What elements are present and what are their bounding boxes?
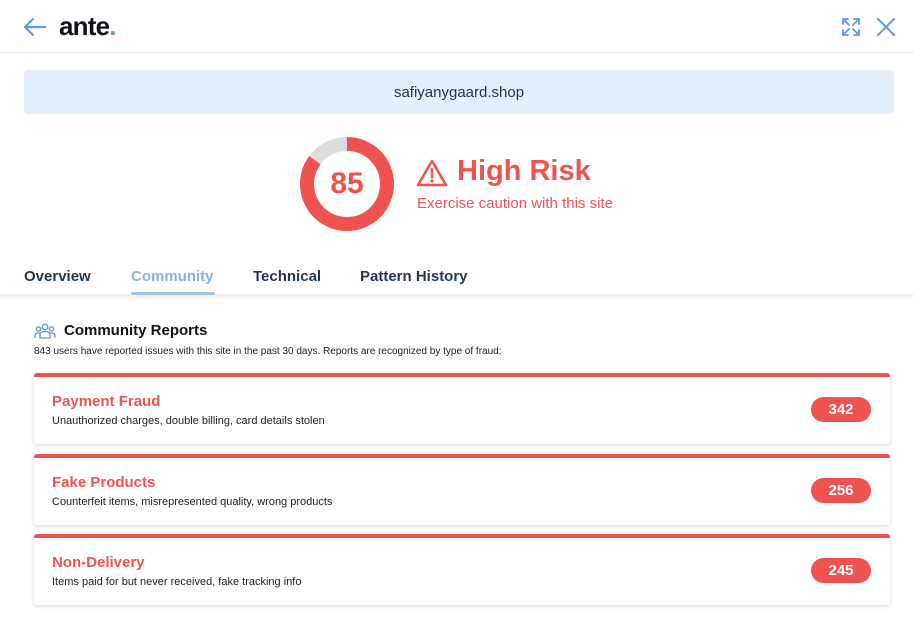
report-card-non-delivery[interactable]: Non-Delivery Items paid for but never re… (34, 534, 890, 605)
report-description: Counterfeit items, misrepresented qualit… (52, 496, 333, 508)
logo-dot: . (109, 11, 116, 41)
users-icon (34, 323, 56, 339)
report-count-badge: 342 (811, 397, 871, 422)
tab-pattern-history[interactable]: Pattern History (360, 268, 468, 285)
report-count-badge: 245 (811, 558, 871, 583)
risk-message: Exercise caution with this site (417, 195, 613, 212)
risk-level-title: High Risk (457, 155, 591, 187)
close-button[interactable] (875, 16, 897, 38)
arrow-left-icon (23, 17, 47, 37)
risk-score-value: 85 (330, 167, 364, 200)
report-title: Fake Products (52, 474, 156, 491)
close-icon (877, 18, 895, 36)
tab-bar: Overview Community Technical Pattern His… (0, 258, 914, 295)
back-button[interactable] (22, 15, 48, 39)
tab-technical[interactable]: Technical (253, 268, 321, 285)
report-card-payment-fraud[interactable]: Payment Fraud Unauthorized charges, doub… (34, 373, 890, 444)
report-description: Items paid for but never received, fake … (52, 576, 302, 588)
site-url-bar: safiyanygaard.shop (24, 70, 894, 114)
app-logo: ante. (59, 11, 117, 41)
report-description: Unauthorized charges, double billing, ca… (52, 415, 325, 427)
report-card-fake-products[interactable]: Fake Products Counterfeit items, misrepr… (34, 454, 890, 525)
warning-triangle-icon (416, 159, 448, 187)
expand-icon (842, 18, 860, 36)
report-title: Payment Fraud (52, 393, 161, 410)
tab-overview[interactable]: Overview (24, 268, 91, 285)
top-bar: ante. (0, 0, 914, 53)
site-url: safiyanygaard.shop (393, 83, 525, 101)
section-title: Community Reports (64, 322, 208, 339)
section-description: 843 users have reported issues with this… (34, 346, 502, 357)
expand-button[interactable] (840, 16, 862, 38)
report-count-badge: 256 (811, 478, 871, 503)
tab-community[interactable]: Community (131, 268, 214, 285)
report-title: Non-Delivery (52, 554, 145, 571)
active-tab-indicator (131, 292, 215, 295)
